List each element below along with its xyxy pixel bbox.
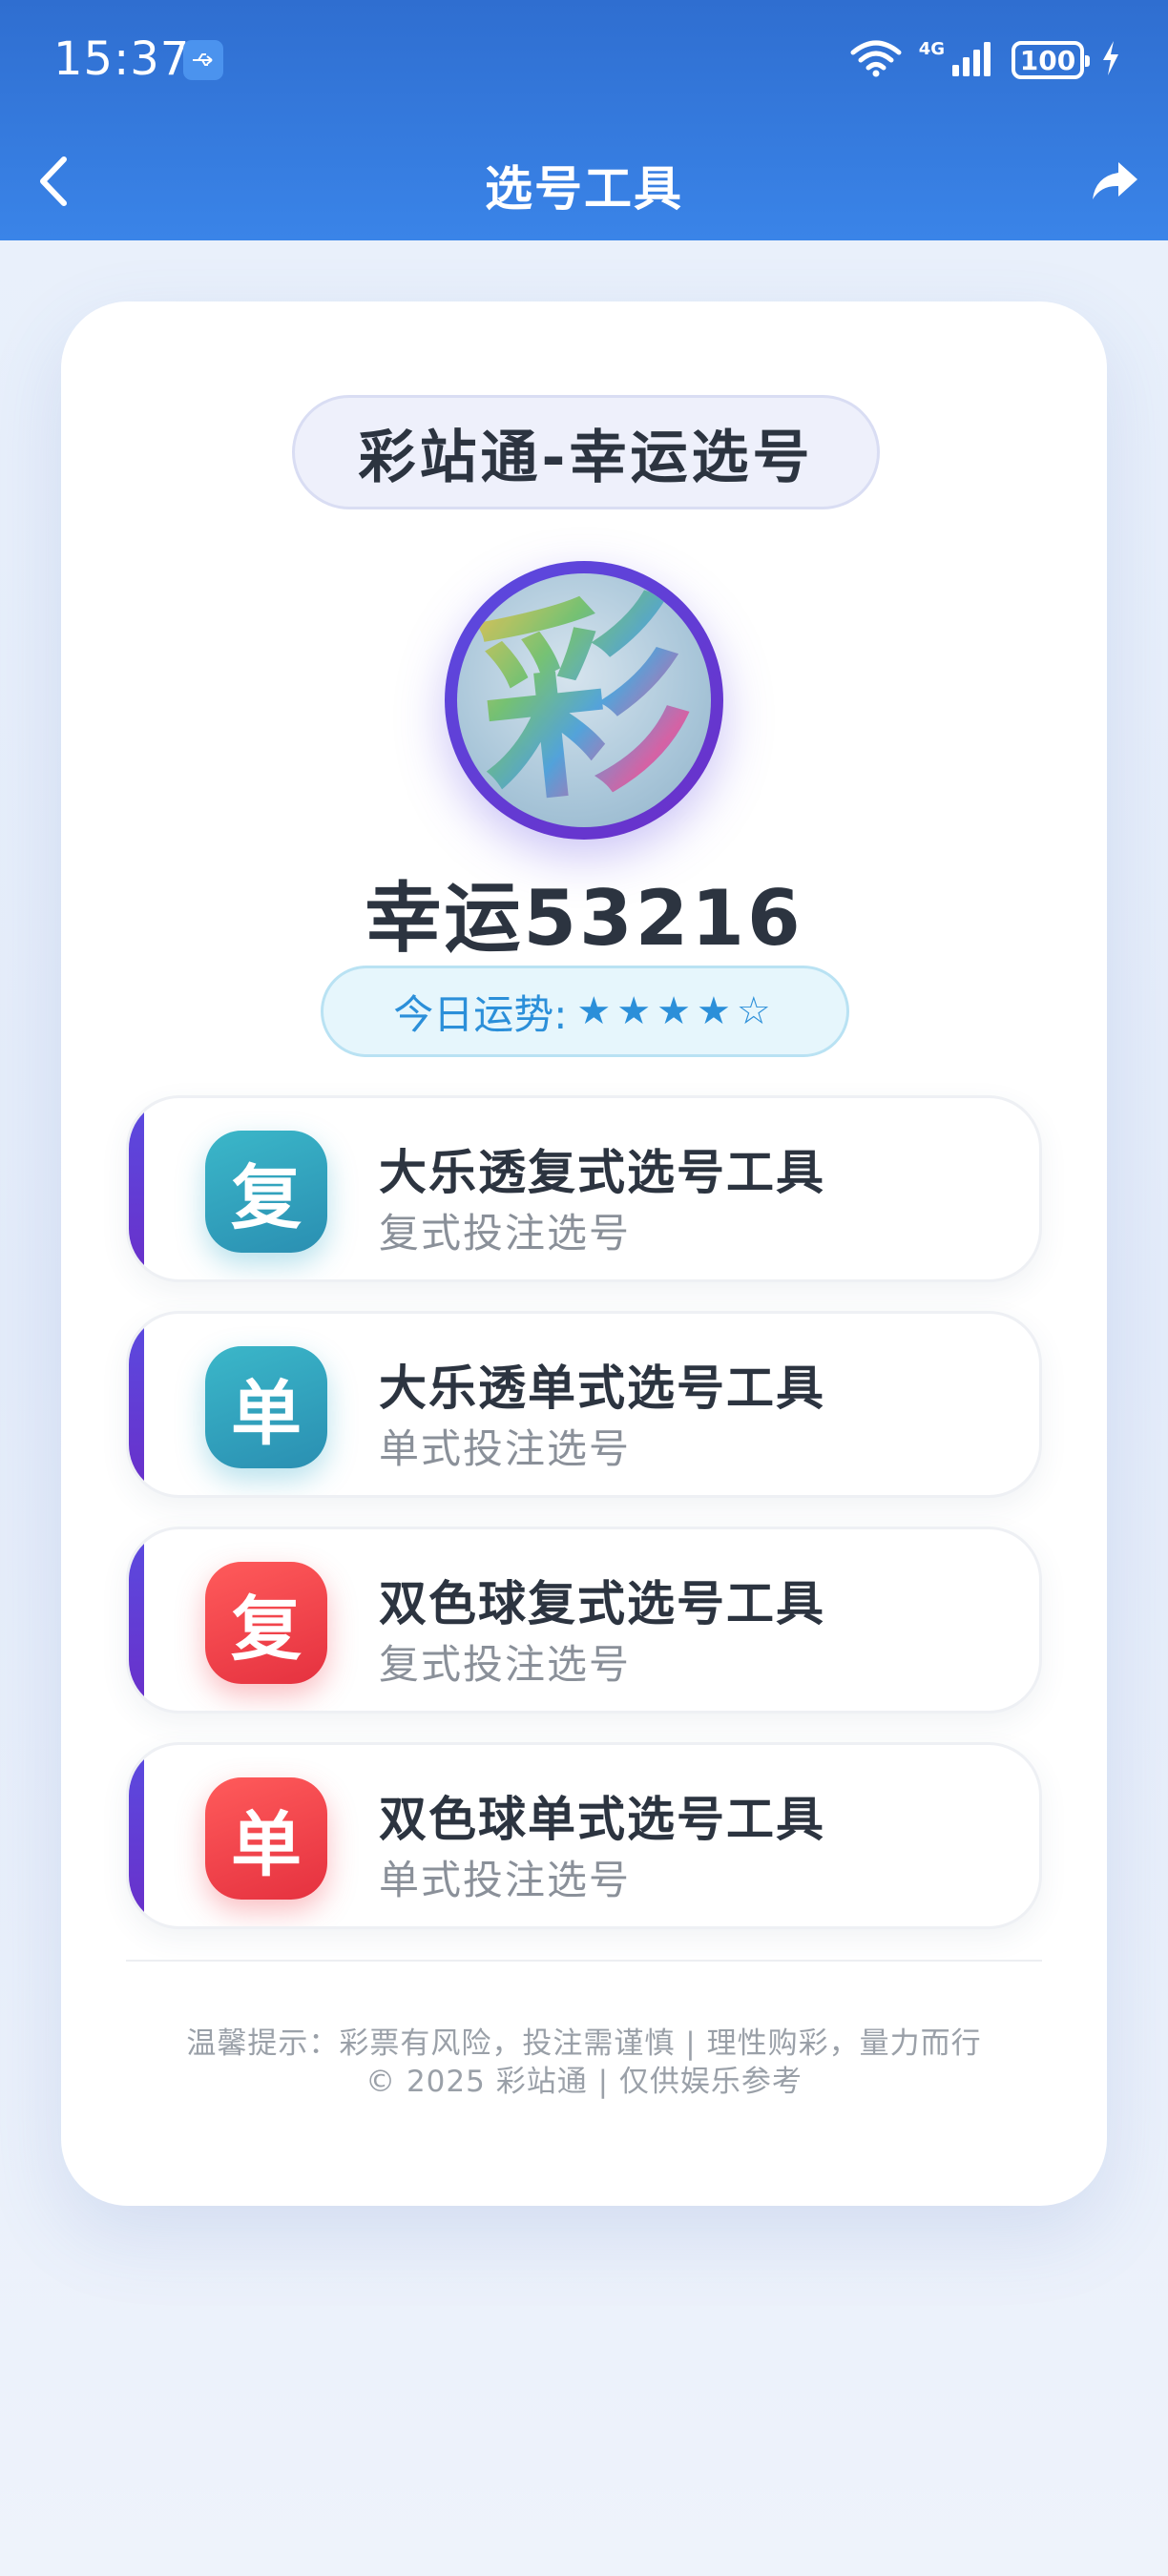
tool-subtitle: 复式投注选号	[379, 1210, 632, 1257]
battery-level: 100	[1019, 44, 1076, 76]
charging-icon	[1101, 40, 1120, 80]
brand-title: 彩站通-幸运选号	[292, 395, 880, 509]
footer-copyright: © 2025 彩站通 | 仅供娱乐参考	[365, 2065, 803, 2099]
usb-icon	[183, 40, 223, 80]
network-type: 4G	[918, 38, 945, 59]
username: 幸运53216	[365, 874, 803, 963]
tool-title: 双色球复式选号工具	[379, 1576, 825, 1631]
share-icon	[1093, 162, 1137, 199]
share-button[interactable]	[1084, 151, 1145, 212]
tool-accent-bar	[129, 1098, 144, 1279]
footer-divider	[126, 1960, 1042, 1962]
tool-icon: 单	[205, 1346, 327, 1468]
page-title: 选号工具	[485, 161, 683, 217]
battery-icon: 100	[1012, 41, 1090, 79]
avatar[interactable]: 彩	[445, 561, 723, 840]
status-icons: 4G 100	[850, 36, 1120, 84]
avatar-image: 彩	[457, 573, 711, 827]
tool-ssq-single[interactable]: 单 双色球单式选号工具 单式投注选号	[126, 1742, 1042, 1929]
status-bar: 15:37 4G 100	[0, 0, 1168, 122]
avatar-calligraphy: 彩	[466, 573, 701, 827]
fortune-stars: ★★★★☆	[576, 989, 777, 1033]
nav-bar: 选号工具	[0, 122, 1168, 240]
tool-title: 双色球单式选号工具	[379, 1792, 825, 1847]
tool-icon: 单	[205, 1777, 327, 1900]
tool-accent-bar	[129, 1314, 144, 1495]
fortune-badge: 今日运势: ★★★★☆	[321, 966, 849, 1057]
fortune-label: 今日运势:	[393, 990, 568, 1038]
main-card: 彩站通-幸运选号 彩 幸运53216 今日运势: ★★★★☆ 复 大乐透复式选号…	[61, 301, 1107, 2206]
tool-subtitle: 单式投注选号	[379, 1425, 632, 1472]
tool-subtitle: 复式投注选号	[379, 1641, 632, 1688]
tool-accent-bar	[129, 1745, 144, 1926]
app-header: 15:37 4G 100 选号工具	[0, 0, 1168, 240]
tool-title: 大乐透复式选号工具	[379, 1145, 825, 1200]
status-time: 15:37	[53, 32, 191, 86]
tool-icon: 复	[205, 1562, 327, 1684]
tool-ssq-compound[interactable]: 复 双色球复式选号工具 复式投注选号	[126, 1527, 1042, 1714]
tool-accent-bar	[129, 1529, 144, 1711]
tool-subtitle: 单式投注选号	[379, 1857, 632, 1903]
wifi-icon	[850, 39, 902, 81]
tool-dlt-single[interactable]: 单 大乐透单式选号工具 单式投注选号	[126, 1311, 1042, 1498]
footer-tip: 温馨提示：彩票有风险，投注需谨慎 | 理性购彩，量力而行	[186, 2026, 982, 2061]
signal-icon	[950, 40, 994, 80]
tool-dlt-compound[interactable]: 复 大乐透复式选号工具 复式投注选号	[126, 1095, 1042, 1282]
tool-icon: 复	[205, 1131, 327, 1253]
tool-title: 大乐透单式选号工具	[379, 1361, 825, 1416]
